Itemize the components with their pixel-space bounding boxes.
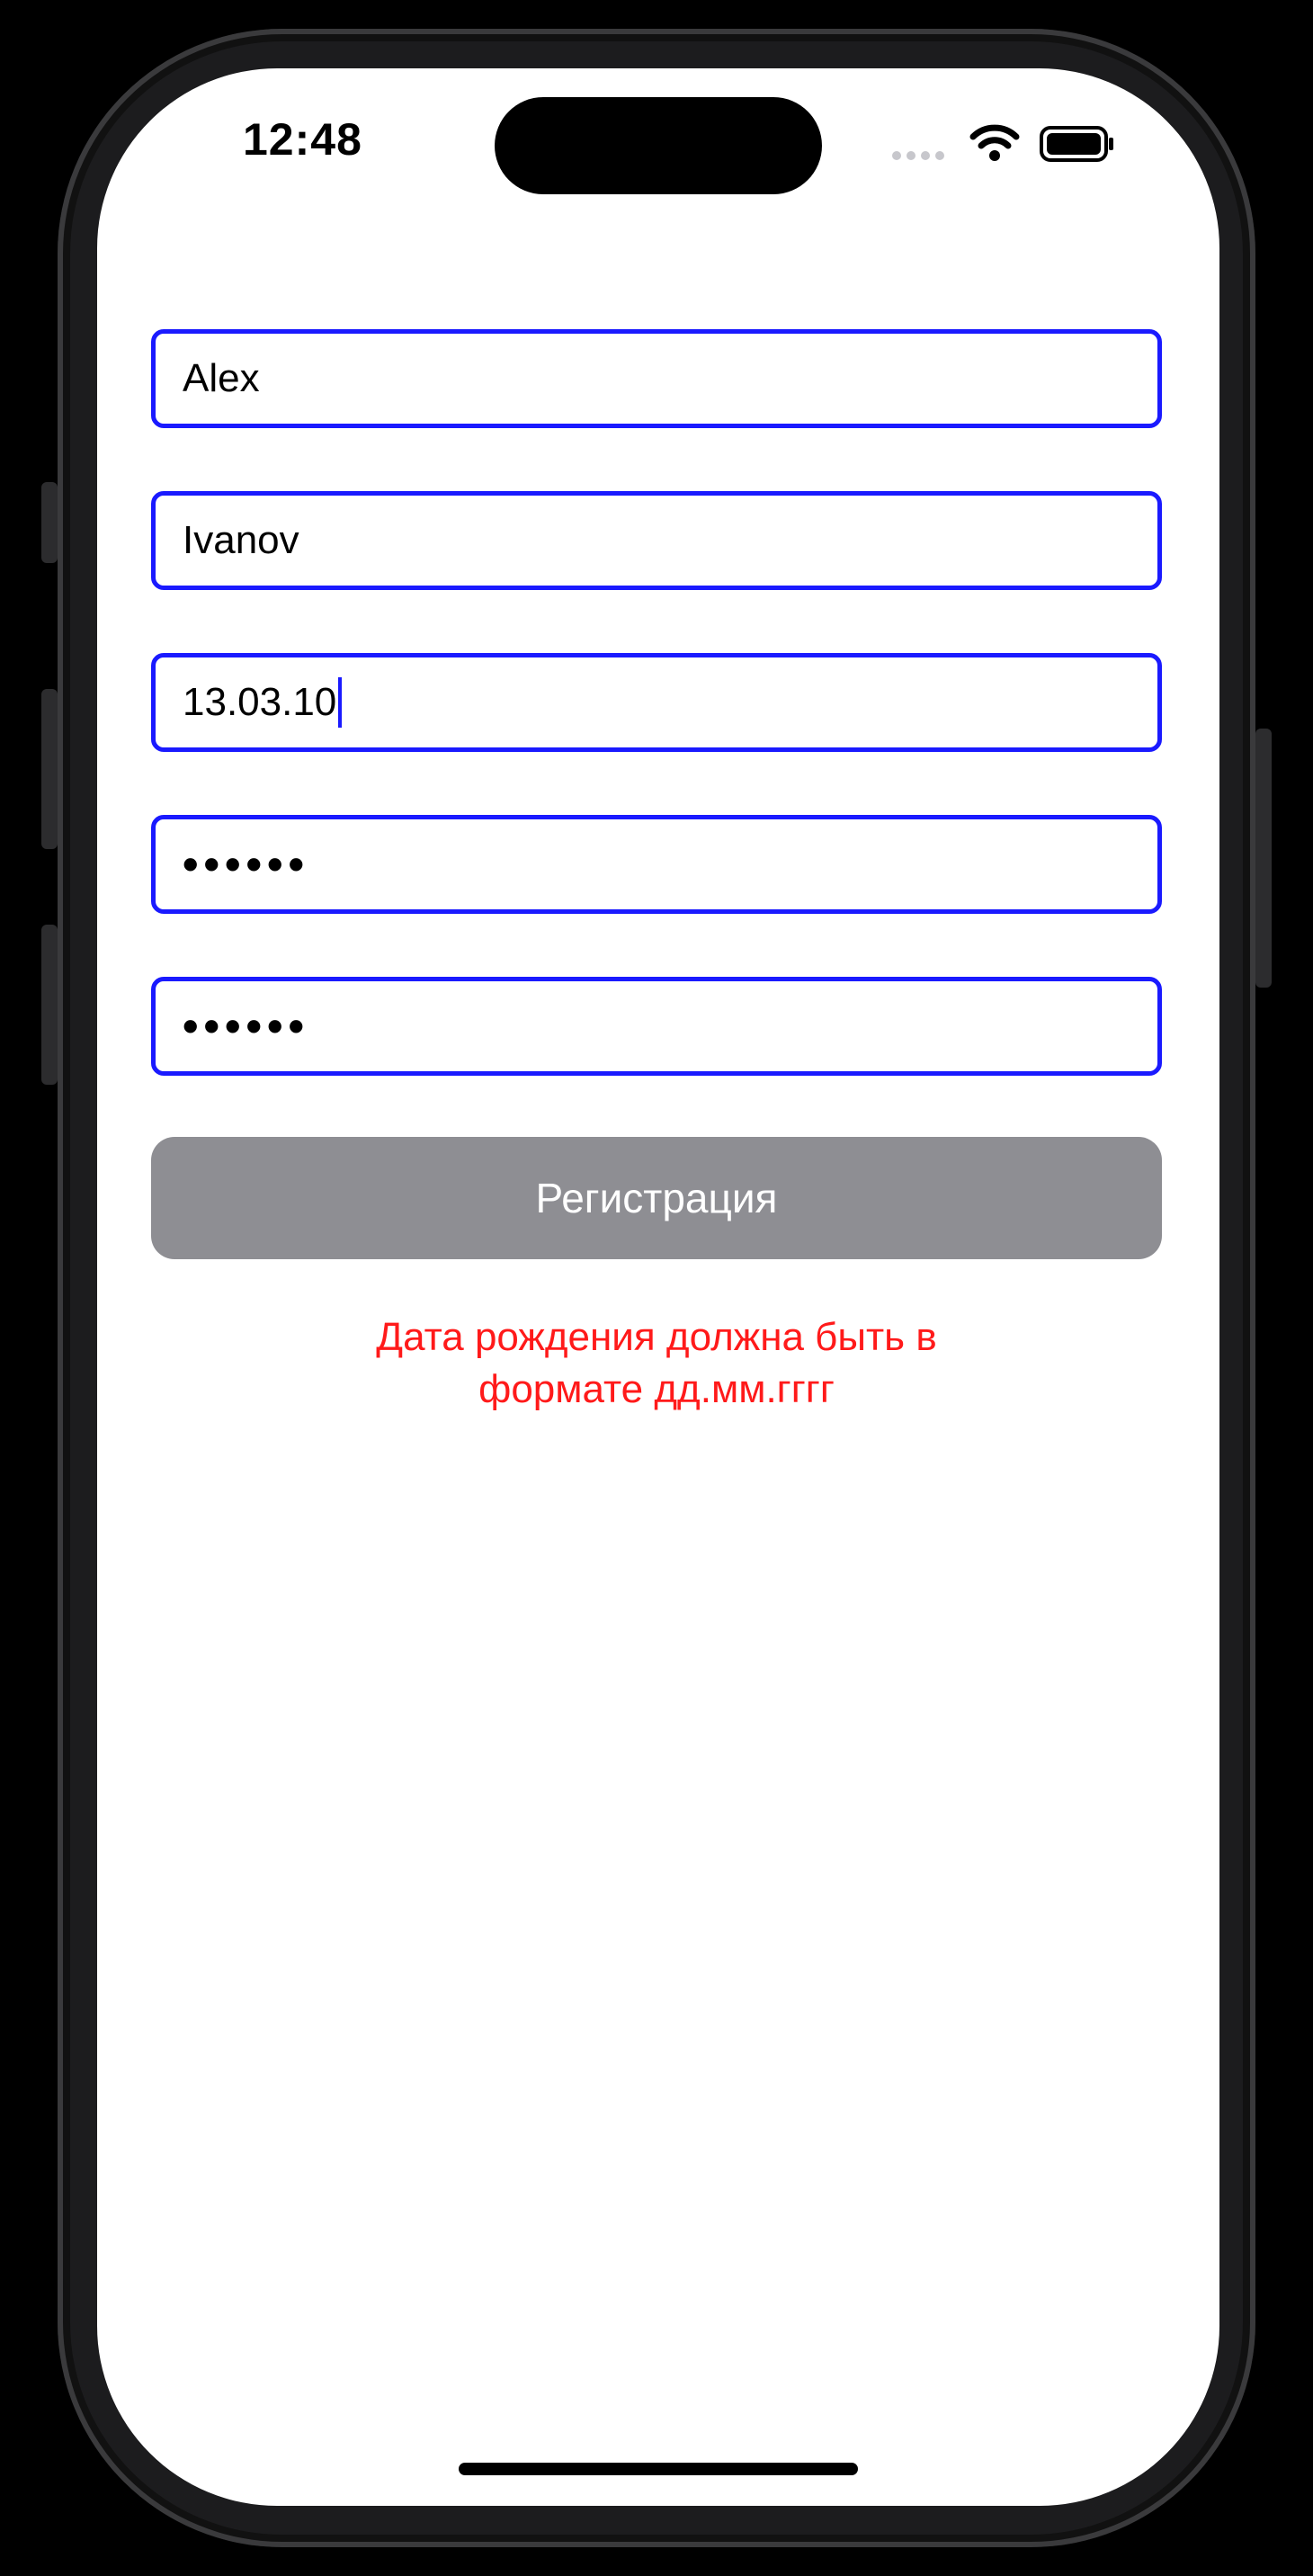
wifi-icon [969,124,1020,161]
birth-date-input[interactable]: 13.03.10 [151,653,1162,752]
first-name-value: Alex [183,356,260,400]
error-line-1: Дата рождения должна быть в [376,1315,937,1359]
battery-icon [1040,126,1113,162]
password-confirm-input[interactable]: •••••• [151,977,1162,1076]
password-input[interactable]: •••••• [151,815,1162,914]
text-cursor [338,677,343,728]
error-line-2: формате дд.мм.гггг [478,1367,835,1411]
register-button[interactable]: Регистрация [151,1137,1162,1259]
home-indicator[interactable] [459,2463,858,2475]
password-value: •••••• [183,839,310,890]
power-button [1255,729,1272,988]
volume-up-button [41,689,58,849]
dynamic-island [495,97,822,194]
error-message: Дата рождения должна быть в формате дд.м… [151,1311,1162,1416]
first-name-input[interactable]: Alex [151,329,1162,428]
password-confirm-value: •••••• [183,1001,310,1051]
volume-down-button [41,925,58,1085]
status-bar: 12:48 [97,68,1219,230]
signal-icon [892,151,944,160]
birth-date-value: 13.03.10 [183,680,337,724]
action-button [41,482,58,563]
screen: 12:48 Alex Ivanov 13.03.10 •••••• ••••••… [97,68,1219,2506]
last-name-input[interactable]: Ivanov [151,491,1162,590]
last-name-value: Ivanov [183,518,299,562]
status-time: 12:48 [243,114,362,165]
